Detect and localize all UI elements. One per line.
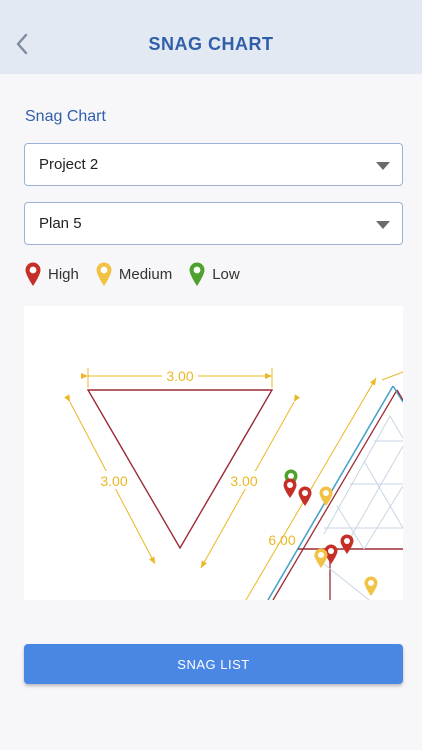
plan-select[interactable]: Plan 5 [24,202,403,245]
legend-item-low: Low [188,261,240,287]
snag-list-button[interactable]: SNAG LIST [24,644,403,684]
legend-item-medium: Medium [95,261,172,287]
project-select-value: Project 2 [39,156,99,173]
map-pin-icon [189,262,205,286]
snag-pin-high[interactable] [340,534,354,555]
dropdown-arrow-icon [376,221,390,229]
dimension-label-left: 3.00 [100,473,127,489]
dimension-label-right: 3.00 [230,473,257,489]
snag-pin-medium[interactable] [364,576,378,597]
priority-legend: High Medium Low [24,260,256,288]
plan-drawing: 3.00 3.00 3.00 6.00 [64,366,403,600]
plan-view[interactable]: 3.00 3.00 3.00 6.00 [24,306,403,600]
legend-item-high: High [24,261,79,287]
dropdown-arrow-icon [376,162,390,170]
project-select[interactable]: Project 2 [24,143,403,186]
map-pin-icon [96,262,112,286]
dimension-label-top: 3.00 [166,368,193,384]
legend-label-low: Low [212,265,240,283]
snag-pin-high[interactable] [283,478,297,499]
dimension-label-long: 6.00 [268,532,295,548]
map-pin-icon [25,262,41,286]
snag-pin-high[interactable] [298,486,312,507]
plan-select-value: Plan 5 [39,215,82,232]
page-title: SNAG CHART [148,34,274,54]
legend-label-medium: Medium [118,265,173,283]
section-title: Snag Chart [25,108,106,125]
legend-label-high: High [48,265,79,283]
app-header: SNAG CHART [0,0,422,74]
